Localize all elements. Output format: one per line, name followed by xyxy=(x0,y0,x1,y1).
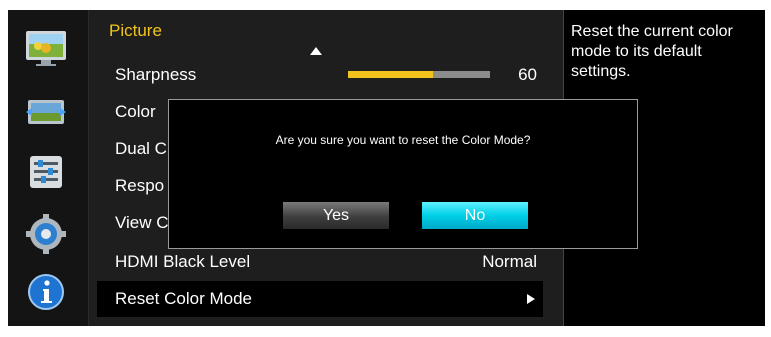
information-icon[interactable] xyxy=(24,272,68,312)
menu-item-label: View C xyxy=(115,213,169,232)
scroll-up-icon[interactable] xyxy=(310,47,322,55)
dialog-message: Are you sure you want to reset the Color… xyxy=(275,133,531,147)
yes-button[interactable]: Yes xyxy=(283,202,389,229)
settings-menu-icon[interactable] xyxy=(24,152,68,192)
menu-item-value: Normal xyxy=(482,252,537,271)
osd-window: Picture Sharpness 60 Color Dual C Respo … xyxy=(8,10,765,326)
screen-size-icon[interactable] xyxy=(24,92,68,132)
setup-gear-icon[interactable] xyxy=(24,214,68,254)
menu-item-label: Sharpness xyxy=(115,65,197,84)
menu-item-label: Respo xyxy=(115,176,165,195)
picture-icon[interactable] xyxy=(24,28,68,68)
reset-confirm-dialog: Are you sure you want to reset the Color… xyxy=(168,99,638,249)
sharpness-slider[interactable] xyxy=(348,71,490,78)
menu-item-label: HDMI Black Level xyxy=(115,252,251,271)
submenu-arrow-icon xyxy=(527,294,535,304)
menu-item-sharpness[interactable]: Sharpness 60 xyxy=(97,57,543,93)
menu-item-value: 60 xyxy=(518,65,537,84)
menu-item-label: Dual C xyxy=(115,139,167,158)
menu-item-label: Color xyxy=(115,102,156,121)
no-button[interactable]: No xyxy=(422,202,528,229)
sharpness-slider-fill xyxy=(348,71,434,78)
category-rail xyxy=(8,10,89,326)
menu-item-hdmi-black-level[interactable]: HDMI Black Level Normal xyxy=(97,244,543,280)
menu-item-reset-color-mode[interactable]: Reset Color Mode xyxy=(97,281,543,317)
menu-title: Picture xyxy=(109,21,162,40)
help-text: Reset the current color mode to its defa… xyxy=(571,23,733,80)
menu-item-label: Reset Color Mode xyxy=(115,289,253,308)
